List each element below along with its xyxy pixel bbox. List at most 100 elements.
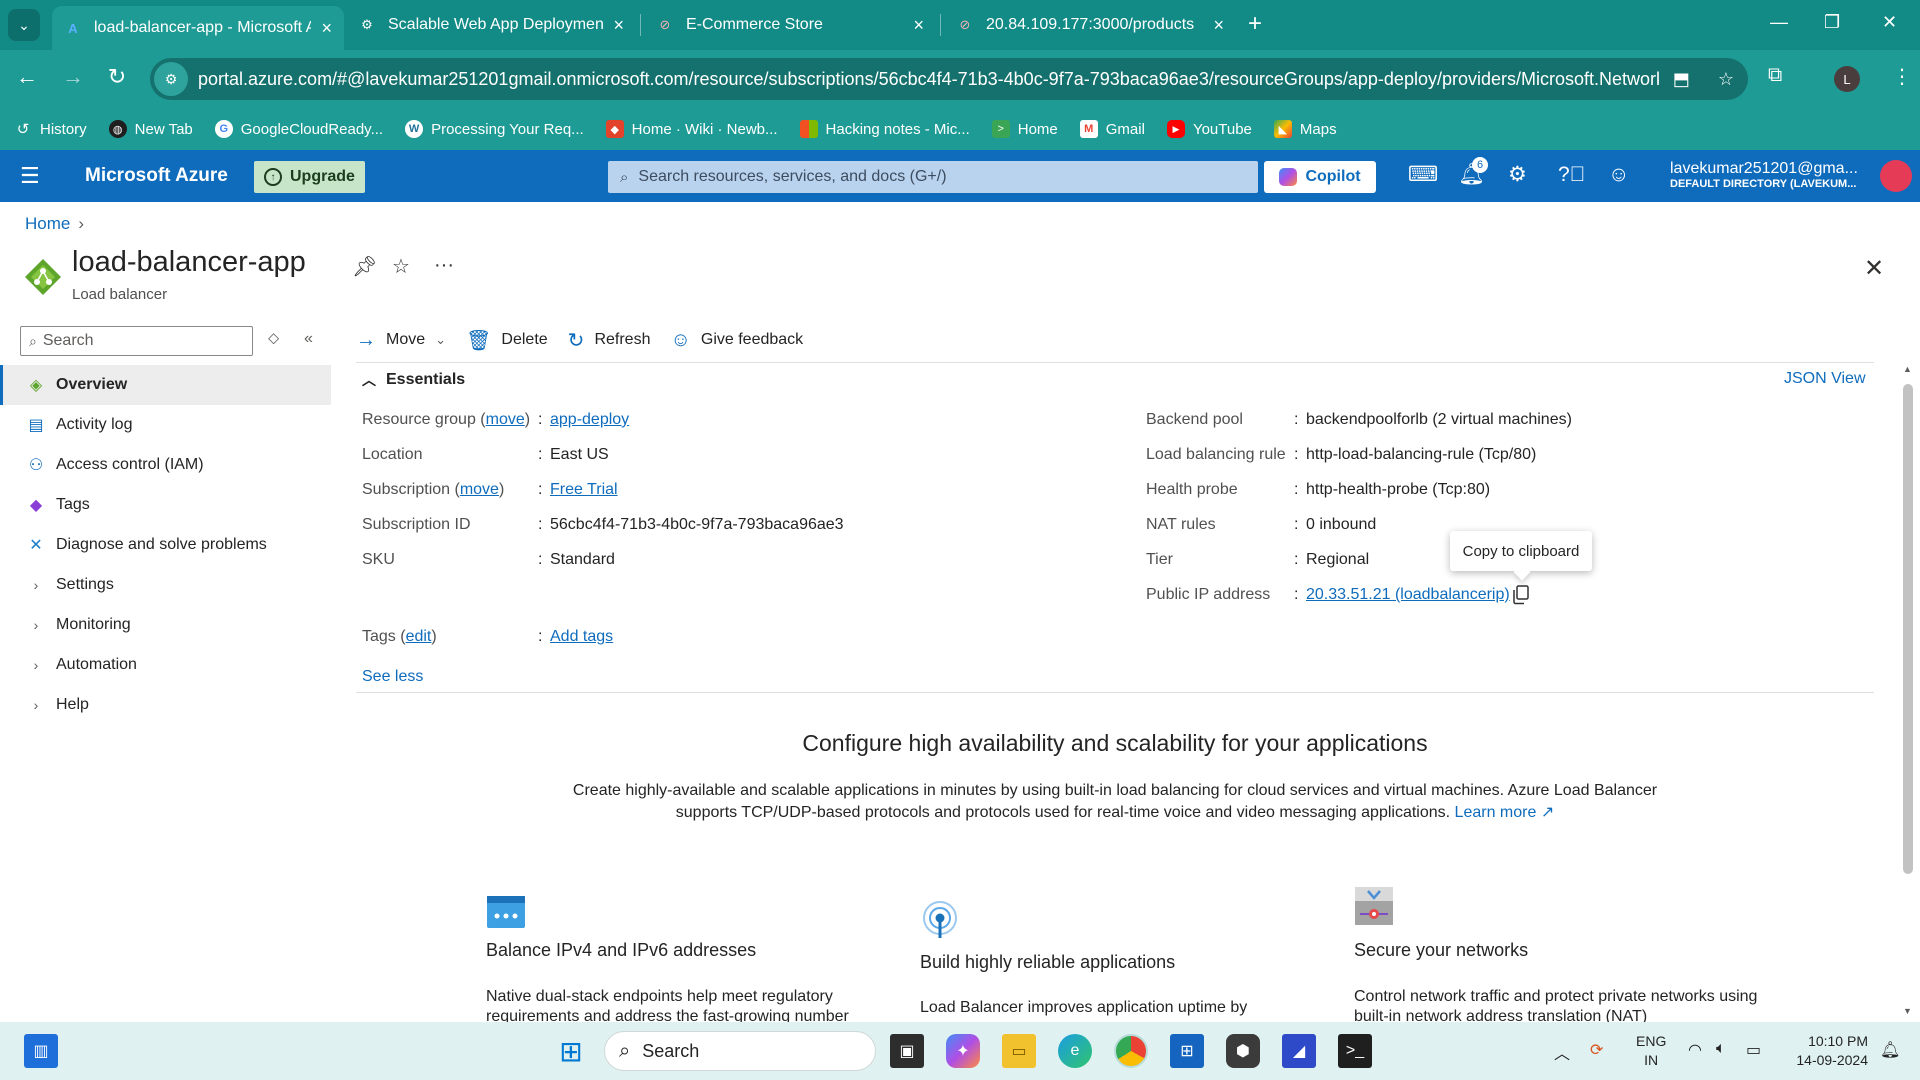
essentials-toggle[interactable]: ︿ Essentials — [362, 370, 465, 390]
bookmark-youtube[interactable]: ▶ YouTube — [1166, 120, 1252, 138]
bookmark-hacking-notes[interactable]: Hacking notes - Mic... — [799, 120, 970, 138]
cloud-shell-icon[interactable]: ⌨ — [1408, 164, 1438, 186]
azure-brand[interactable]: Microsoft Azure — [85, 165, 228, 187]
address-bar[interactable]: ⚙ portal.azure.com/#@lavekumar251201gmai… — [150, 58, 1748, 100]
nav-item-settings[interactable]: › Settings — [0, 565, 331, 605]
windows-start-icon[interactable]: ⊞ — [554, 1034, 588, 1068]
favorite-star-icon[interactable]: ☆ — [392, 254, 410, 279]
subscription-link[interactable]: Free Trial — [550, 481, 618, 499]
bookmark-googlecloudready[interactable]: G GoogleCloudReady... — [214, 120, 383, 138]
new-tab-button[interactable]: + — [1248, 12, 1262, 36]
copilot-button[interactable]: Copilot — [1264, 161, 1376, 193]
refresh-button[interactable]: ↻ Refresh — [568, 328, 651, 353]
nav-item-automation[interactable]: › Automation — [0, 645, 331, 685]
file-explorer-icon[interactable]: ▭ — [1002, 1034, 1036, 1068]
app-icon[interactable]: ⬢ — [1226, 1034, 1260, 1068]
close-icon[interactable]: × — [913, 15, 924, 36]
nav-search-input[interactable]: ⌕ Search — [20, 326, 253, 356]
system-clock[interactable]: 10:10 PM 14-09-2024 — [1782, 1032, 1868, 1070]
more-options-icon[interactable]: ··· — [434, 254, 454, 277]
minimize-button[interactable]: — — [1770, 12, 1788, 33]
bookmark-processing[interactable]: W Processing Your Req... — [405, 120, 584, 138]
forward-button[interactable]: → — [58, 64, 88, 90]
bookmark-gmail[interactable]: M Gmail — [1079, 120, 1145, 138]
close-icon[interactable]: × — [613, 15, 624, 36]
close-icon[interactable]: × — [1213, 15, 1224, 36]
pin-icon[interactable]: 📌︎ — [352, 254, 377, 279]
feedback-icon[interactable]: ☺ — [1608, 164, 1629, 186]
collapse-menu-icon[interactable]: « — [304, 330, 313, 348]
azure-search-input[interactable]: ⌕ Search resources, services, and docs (… — [608, 161, 1258, 193]
site-info-icon[interactable]: ⚙ — [154, 62, 188, 96]
browser-menu-icon[interactable]: ⋮ — [1892, 64, 1912, 89]
nav-item-help[interactable]: › Help — [0, 685, 331, 725]
restore-button[interactable]: ❐ — [1824, 12, 1840, 33]
user-avatar[interactable] — [1880, 160, 1912, 192]
tab-products[interactable]: ⊘ 20.84.109.177:3000/products × — [944, 6, 1236, 44]
scrollbar-thumb[interactable] — [1903, 384, 1913, 874]
reload-button[interactable]: ↻ — [102, 64, 132, 90]
content-scrollbar[interactable]: ▲ ▼ — [1898, 362, 1920, 1022]
nav-item-overview[interactable]: ◈ Overview — [0, 365, 331, 405]
bookmark-new-tab[interactable]: ◍ New Tab — [108, 120, 193, 138]
settings-gear-icon[interactable]: ⚙ — [1508, 164, 1527, 186]
nav-item-diagnose[interactable]: ✕ Diagnose and solve problems — [0, 525, 331, 565]
bookmark-wiki[interactable]: ◆ Home · Wiki · Newb... — [605, 120, 778, 138]
copilot-app-icon[interactable]: ✦ — [946, 1034, 980, 1068]
nav-item-tags[interactable]: ◆ Tags — [0, 485, 331, 525]
move-subscription-link[interactable]: move — [460, 481, 499, 498]
scroll-up-icon[interactable]: ▲ — [1903, 364, 1912, 374]
tab-ecommerce-store[interactable]: ⊘ E-Commerce Store × — [644, 6, 936, 44]
language-indicator[interactable]: ENG IN — [1636, 1032, 1666, 1070]
add-tags-link[interactable]: Add tags — [550, 628, 613, 646]
account-menu[interactable]: lavekumar251201@gma... DEFAULT DIRECTORY… — [1670, 160, 1875, 190]
give-feedback-button[interactable]: ☺ Give feedback — [670, 329, 803, 352]
widgets-icon[interactable]: ▥ — [24, 1034, 58, 1068]
upgrade-button[interactable]: ↑ Upgrade — [254, 161, 365, 193]
tray-overflow-icon[interactable]: ︿ — [1554, 1040, 1570, 1064]
copy-icon[interactable] — [1512, 585, 1530, 605]
chrome-browser-icon[interactable] — [1114, 1034, 1148, 1068]
nav-item-monitoring[interactable]: › Monitoring — [0, 605, 331, 645]
help-icon[interactable]: ?⃝ — [1558, 164, 1585, 186]
close-blade-icon[interactable]: ✕ — [1864, 254, 1884, 283]
move-button[interactable]: → Move ⌄ — [356, 329, 446, 352]
notification-bell-icon[interactable]: 🔔︎ — [1880, 1040, 1900, 1060]
close-icon[interactable]: × — [321, 18, 332, 39]
tab-scalable-web-app[interactable]: ⚙ Scalable Web App Deployment × — [346, 6, 636, 44]
task-view-icon[interactable]: ▣ — [890, 1034, 924, 1068]
bookmark-star-icon[interactable]: ☆ — [1718, 69, 1734, 90]
bookmark-history[interactable]: ↺ History — [14, 120, 87, 139]
battery-icon[interactable]: ▭ — [1746, 1040, 1761, 1060]
edge-browser-icon[interactable]: e — [1058, 1034, 1092, 1068]
see-less-link[interactable]: See less — [362, 668, 423, 686]
bookmark-maps[interactable]: ◣ Maps — [1273, 120, 1337, 138]
terminal-app-icon[interactable]: >_ — [1338, 1034, 1372, 1068]
breadcrumb-home[interactable]: Home — [25, 214, 70, 233]
edit-tags-link[interactable]: edit — [406, 628, 432, 645]
tab-azure[interactable]: A load-balancer-app - Microsoft Azure × — [52, 6, 344, 50]
sync-icon[interactable]: ⟳ — [1590, 1040, 1603, 1060]
wifi-icon[interactable]: ◠ — [1688, 1040, 1702, 1060]
json-view-link[interactable]: JSON View — [1784, 370, 1866, 388]
resource-group-link[interactable]: app-deploy — [550, 411, 629, 429]
public-ip-link[interactable]: 20.33.51.21 (loadbalancerip) — [1306, 586, 1510, 604]
move-resource-group-link[interactable]: move — [486, 411, 525, 428]
nav-item-activity-log[interactable]: ▤ Activity log — [0, 405, 331, 445]
extensions-icon[interactable]: ⧉ — [1768, 64, 1782, 87]
back-button[interactable]: ← — [12, 64, 42, 90]
volume-icon[interactable]: 🔈︎ — [1716, 1040, 1726, 1058]
delete-button[interactable]: 🗑︎ Delete — [466, 328, 548, 353]
microsoft-store-icon[interactable]: ⊞ — [1170, 1034, 1204, 1068]
scroll-down-icon[interactable]: ▼ — [1903, 1006, 1912, 1016]
visual-studio-icon[interactable]: ◢ — [1282, 1034, 1316, 1068]
portal-menu-icon[interactable]: ☰ — [20, 165, 40, 187]
tab-search-button[interactable]: ⌄ — [8, 9, 40, 41]
bookmark-home[interactable]: > Home — [991, 120, 1058, 138]
taskbar-search[interactable]: ⌕ Search — [604, 1031, 876, 1071]
learn-more-link[interactable]: Learn more ↗ — [1455, 804, 1555, 821]
window-close-button[interactable]: ✕ — [1882, 12, 1897, 33]
profile-avatar[interactable]: L — [1834, 66, 1860, 92]
expand-collapse-icon[interactable]: ⬦ — [268, 330, 279, 348]
install-app-icon[interactable]: ⬒ — [1673, 69, 1690, 90]
